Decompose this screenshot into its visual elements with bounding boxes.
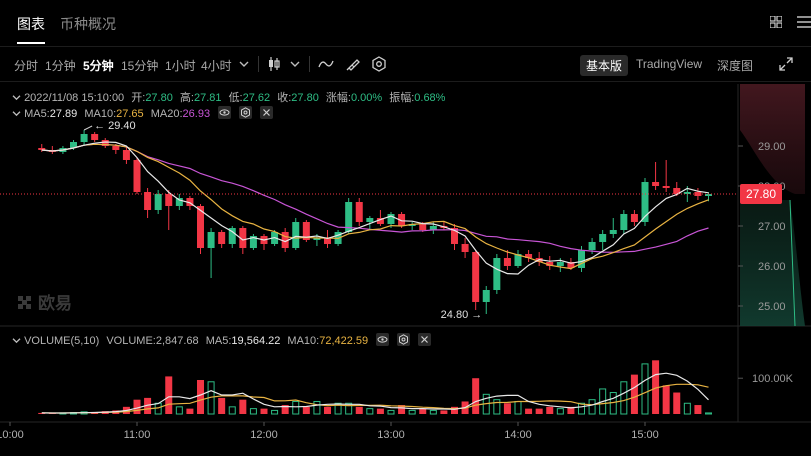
volume-ma5-line	[41, 372, 709, 414]
volume-bar	[355, 406, 363, 414]
volume-bar	[588, 399, 596, 415]
candle-body	[144, 192, 152, 210]
candle-body	[355, 202, 363, 222]
volume-bar	[630, 374, 638, 414]
time-tick-label: 13:00	[377, 429, 405, 441]
volume-bar	[260, 408, 268, 414]
volume-bar	[228, 406, 236, 415]
candle-body	[493, 258, 501, 290]
volume-bar	[292, 400, 300, 415]
logo-square	[26, 304, 31, 309]
ma10-line	[41, 143, 709, 270]
candle-body	[630, 214, 638, 222]
candle-body	[556, 262, 564, 266]
volume-bar	[165, 376, 173, 414]
volume-bar	[503, 403, 511, 414]
ma20-line	[41, 143, 709, 253]
volume-bar	[641, 363, 649, 415]
candle-body	[609, 230, 617, 234]
candle-body	[620, 214, 628, 230]
candle-body	[652, 182, 660, 186]
volume-ma10-line	[41, 383, 709, 414]
price-tick-label: 26.00	[758, 261, 786, 273]
candle-body	[588, 242, 596, 250]
volume-tick-label: 100.00K	[752, 373, 794, 385]
watermark-text: 欧易	[38, 293, 72, 313]
high-annotation-label: ← 29.40	[94, 120, 136, 132]
volume-bar	[525, 408, 533, 414]
candle-body	[599, 234, 607, 242]
candle-body	[154, 194, 162, 210]
candle-body	[218, 232, 226, 244]
volume-bar	[694, 405, 702, 414]
candle-body	[91, 134, 99, 140]
volume-bar	[662, 385, 670, 414]
volume-bar	[620, 381, 628, 415]
candle-body	[112, 146, 120, 150]
volume-bar	[673, 392, 681, 414]
volume-bar	[387, 409, 395, 415]
exchange-logo-icon	[18, 296, 31, 309]
candle-body	[292, 222, 300, 248]
low-annotation-label: 24.80 →	[441, 309, 483, 321]
candle-body	[694, 192, 702, 196]
current-price-label: 27.80	[746, 187, 776, 201]
candle-body	[472, 252, 480, 302]
candlestick-chart[interactable]: 欧易29.0028.0027.0026.0025.0010:0011:0012:…	[0, 0, 811, 456]
volume-bar	[408, 409, 416, 415]
candle-body	[662, 186, 670, 188]
candle-body	[461, 244, 469, 252]
time-tick-label: 12:00	[250, 429, 278, 441]
candle-body	[207, 232, 215, 248]
candle-body	[80, 134, 88, 142]
candle-body	[175, 198, 183, 206]
volume-bar	[705, 412, 712, 415]
volume-bar	[313, 400, 321, 415]
volume-bar	[218, 397, 226, 414]
volume-bar	[556, 408, 564, 415]
volume-bar	[429, 409, 437, 415]
volume-bar	[683, 402, 691, 415]
volume-bar	[249, 408, 257, 415]
volume-bar	[324, 406, 331, 414]
price-tick-label: 27.00	[758, 221, 786, 233]
candle-body	[482, 290, 490, 302]
volume-bar	[535, 408, 543, 414]
volume-bar	[472, 378, 480, 414]
high-annotation-arrow	[83, 125, 93, 131]
ask-depth-area	[740, 84, 805, 194]
volume-bar	[239, 399, 247, 414]
candle-body	[366, 218, 374, 222]
volume-bar	[197, 380, 204, 414]
volume-bar	[271, 409, 279, 415]
volume-bar	[376, 408, 384, 414]
volume-bar	[440, 410, 448, 414]
candle-body	[133, 160, 141, 192]
price-tick-label: 25.00	[758, 301, 786, 313]
time-tick-label: 15:00	[631, 429, 659, 441]
volume-bar	[366, 408, 374, 415]
candle-body	[503, 258, 511, 266]
exchange-watermark: 欧易	[18, 293, 72, 313]
time-tick-label: 11:00	[124, 429, 151, 441]
candle-body	[165, 194, 173, 206]
logo-square	[18, 304, 23, 309]
volume-bar	[493, 399, 501, 415]
volume-bar	[546, 406, 554, 414]
time-tick-label: 14:00	[504, 429, 532, 441]
volume-bar	[514, 400, 522, 415]
volume-bar	[175, 406, 183, 415]
volume-bar	[302, 406, 310, 414]
time-tick-label: 10:00	[0, 429, 24, 441]
volume-bar	[419, 408, 427, 414]
candle-body	[419, 224, 427, 230]
candle-body	[122, 150, 130, 160]
volume-bar	[186, 408, 194, 414]
price-tick-label: 29.00	[758, 141, 786, 153]
candle-body	[578, 250, 585, 268]
